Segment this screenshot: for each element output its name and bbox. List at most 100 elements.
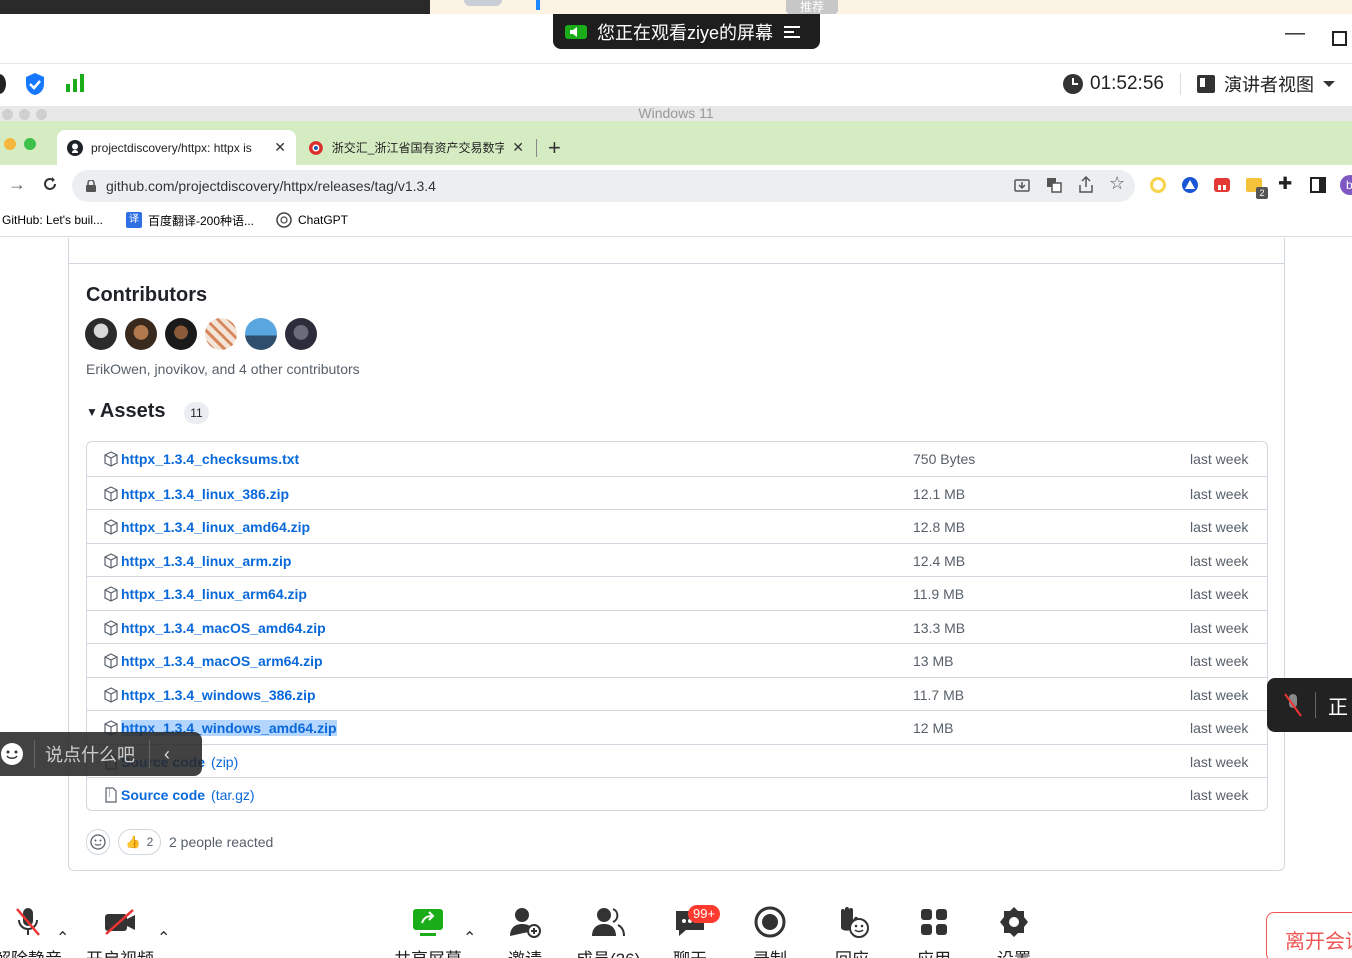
- asset-row: httpx_1.3.4_linux_arm.zip 12.4 MB last wee…: [87, 542, 1267, 577]
- tab-github[interactable]: projectdiscovery/httpx: httpx is ✕: [57, 130, 296, 165]
- asset-name: httpx_1.3.4_macOS_amd64.zip: [121, 619, 326, 636]
- start-video-button[interactable]: 开启视频: [86, 905, 154, 958]
- asset-ext: (zip): [211, 753, 239, 770]
- chat-unread-badge: 99+: [688, 905, 721, 923]
- add-reaction-button[interactable]: [86, 829, 110, 855]
- window-dots: [2, 109, 47, 120]
- package-icon: [104, 653, 118, 669]
- reactions-button[interactable]: 回应: [834, 905, 870, 958]
- asset-date: last week: [1190, 787, 1249, 803]
- apps-button[interactable]: 应用: [916, 905, 952, 958]
- asset-link[interactable]: httpx_1.3.4_linux_386.zip: [103, 486, 295, 502]
- contributors-text: ErikOwen, jnovikov, and 4 other contribu…: [86, 361, 360, 377]
- asset-date: last week: [1190, 619, 1249, 636]
- close-tab-icon[interactable]: ✕: [274, 139, 286, 156]
- separator: [34, 740, 35, 768]
- asset-link[interactable]: httpx_1.3.4_macOS_arm64.zip: [103, 653, 329, 669]
- emoji-icon[interactable]: [0, 742, 24, 766]
- minimize-dot[interactable]: [4, 138, 16, 150]
- avatar[interactable]: [285, 318, 317, 350]
- minimize-button[interactable]: —: [1285, 22, 1305, 45]
- chatgpt-icon: [276, 212, 292, 228]
- avatar[interactable]: [205, 318, 237, 350]
- share-screen-button[interactable]: 共享屏幕: [394, 905, 462, 958]
- package-icon: [104, 451, 118, 467]
- tab-zjh[interactable]: 浙交汇_浙江省国有资产交易数字 ✕: [298, 130, 534, 165]
- contributors-heading: Contributors: [86, 284, 208, 306]
- github-icon: [67, 139, 83, 156]
- chevron-left-icon[interactable]: ‹: [164, 744, 170, 765]
- bookmark-label: 百度翻译-200种语...: [148, 213, 255, 228]
- unmute-button[interactable]: 解除静音: [0, 905, 62, 958]
- reload-icon[interactable]: [42, 176, 58, 192]
- asset-link[interactable]: httpx_1.3.4_linux_arm64.zip: [103, 586, 313, 602]
- assets-toggle[interactable]: ▼ Assets: [86, 400, 166, 423]
- extension-red-icon[interactable]: [1213, 176, 1231, 194]
- screen-share-banner[interactable]: 您正在观看ziye的屏幕: [553, 14, 820, 49]
- asset-size: 12.8 MB: [913, 519, 966, 535]
- zoom-dot[interactable]: [24, 138, 36, 150]
- mic-muted-icon: [16, 908, 40, 936]
- asset-link[interactable]: httpx_1.3.4_linux_amd64.zip: [103, 519, 316, 535]
- asset-link[interactable]: Source code (tar.gz): [103, 787, 255, 803]
- share-icon[interactable]: [1079, 176, 1093, 193]
- video-options-chevron[interactable]: ⌃: [157, 928, 170, 948]
- record-button[interactable]: 录制: [752, 905, 788, 958]
- asset-link[interactable]: httpx_1.3.4_linux_arm.zip: [103, 553, 297, 569]
- site-favicon-icon: [308, 140, 323, 155]
- shield-icon[interactable]: [24, 72, 46, 96]
- asset-link[interactable]: httpx_1.3.4_windows_386.zip: [103, 687, 322, 703]
- install-icon[interactable]: [1014, 177, 1030, 193]
- asset-link[interactable]: httpx_1.3.4_macOS_amd64.zip: [103, 620, 332, 636]
- invite-button[interactable]: 邀请: [507, 905, 543, 958]
- mic-muted-icon: [1284, 693, 1302, 717]
- extension-badge: 2: [1256, 187, 1268, 199]
- settings-button[interactable]: 设置: [996, 905, 1032, 958]
- asset-date: last week: [1190, 451, 1249, 467]
- chat-input-overlay[interactable]: 说点什么吧 ‹: [0, 732, 202, 776]
- asset-row: httpx_1.3.4_windows_amd64.zip 12 MB last w…: [87, 710, 1267, 744]
- share-options-chevron[interactable]: ⌃: [463, 928, 476, 948]
- avatar[interactable]: [85, 318, 117, 350]
- new-tab-button[interactable]: +: [548, 135, 561, 161]
- menu-icon[interactable]: [783, 24, 801, 40]
- avatar[interactable]: [245, 318, 277, 350]
- avatar[interactable]: [165, 318, 197, 350]
- bookmark-github[interactable]: GitHub: Let's buil...: [2, 211, 103, 229]
- speaker-name: 正: [1328, 696, 1348, 719]
- bookmark-label: ChatGPT: [298, 213, 349, 227]
- bookmark-baidu-translate[interactable]: 译 百度翻译-200种语...: [126, 211, 254, 229]
- leave-meeting-button[interactable]: 离开会议: [1266, 912, 1352, 958]
- asset-date: last week: [1190, 720, 1249, 736]
- asset-date: last week: [1190, 653, 1249, 669]
- package-icon: [104, 485, 118, 502]
- record-icon: [754, 906, 786, 938]
- forward-icon[interactable]: →: [8, 174, 26, 195]
- side-panel-icon[interactable]: [1310, 177, 1326, 193]
- bookmark-chatgpt[interactable]: ChatGPT: [276, 211, 348, 229]
- mic-options-chevron[interactable]: ⌃: [56, 928, 69, 948]
- avatar[interactable]: [125, 318, 157, 350]
- bookmark-star-icon[interactable]: ☆: [1109, 173, 1125, 194]
- members-button[interactable]: 成员(26): [576, 905, 640, 958]
- package-icon: [104, 586, 118, 602]
- close-tab-icon[interactable]: ✕: [512, 139, 524, 156]
- asset-row: Source code(zip)last week: [87, 743, 1267, 778]
- speaker-panel[interactable]: 正: [1267, 678, 1352, 732]
- asset-link[interactable]: httpx_1.3.4_checksums.txt: [103, 451, 305, 467]
- assets-heading: Assets: [99, 400, 166, 422]
- signal-icon[interactable]: [66, 74, 86, 92]
- maximize-button[interactable]: [1332, 31, 1347, 46]
- address-bar[interactable]: github.com/projectdiscovery/httpx/releas…: [72, 170, 1135, 202]
- thumbs-up-reaction[interactable]: 👍 2: [118, 829, 161, 855]
- extension-blue-icon[interactable]: [1181, 176, 1199, 194]
- asset-row: httpx_1.3.4_linux_amd64.zip 12.8 MB last w…: [87, 509, 1267, 543]
- extension-yellow-icon[interactable]: [1150, 177, 1166, 193]
- extensions-puzzle-icon[interactable]: ✚: [1278, 174, 1292, 194]
- lock-icon[interactable]: [86, 180, 96, 192]
- reactions-bar: 👍 2 2 people reacted: [86, 829, 273, 855]
- translate-icon[interactable]: [1046, 177, 1062, 193]
- asset-size: 750 Bytes: [913, 451, 976, 467]
- asset-date: last week: [1190, 686, 1249, 703]
- presenter-view-button[interactable]: 演讲者视图: [1196, 70, 1336, 98]
